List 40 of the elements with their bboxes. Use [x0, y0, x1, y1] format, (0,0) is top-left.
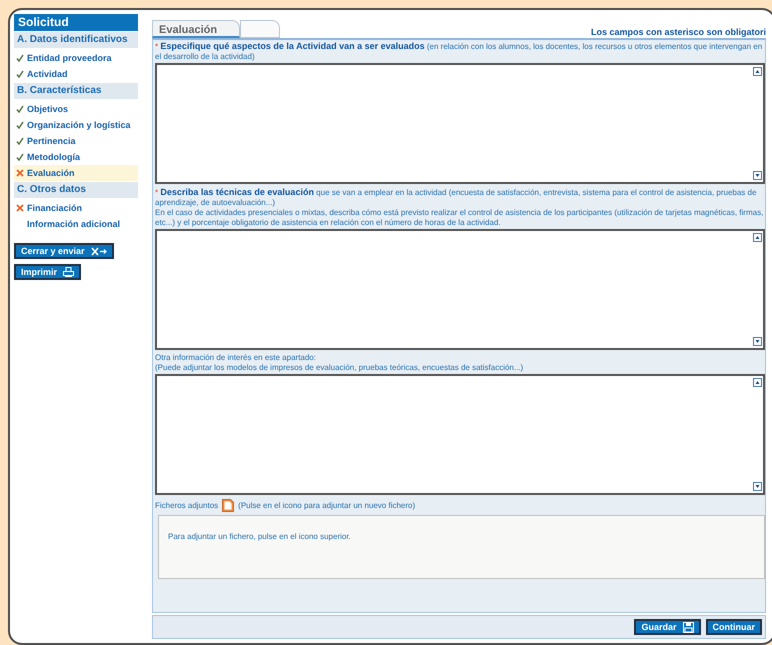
text-area[interactable]	[155, 229, 765, 350]
attachments-hint: (Pulse en el icono para adjuntar un nuevo fichero)	[238, 501, 416, 510]
section-header: B. Características	[14, 83, 138, 99]
action-button[interactable]: Continuar	[706, 619, 762, 635]
sidebar-item[interactable]: Objetivos	[14, 101, 138, 117]
sidebar-item[interactable]: Evaluación	[14, 165, 138, 181]
scroll-up-icon	[753, 378, 762, 387]
sidebar-item[interactable]: Pertinencia	[14, 133, 138, 149]
scroll-up-icon	[753, 233, 762, 242]
exit-icon	[90, 246, 107, 256]
sidebar-item[interactable]: Metodología	[14, 149, 138, 165]
sidebar-item[interactable]: Información adicional	[14, 216, 138, 232]
attachments-label: Ficheros adjuntos	[155, 501, 218, 510]
field-label: * Describa las técnicas de evaluación que se van a emplear en la actividad (encuesta de satisfacción, entrevista, sistema para el control de asistencia, pruebas de aprendizaje, de autoevaluación...) En el caso de actividades presenciales o mixtas, describa cómo está previsto realizar el control de asistencia de los participantes (utilización de tarjetas magnéticas, firmas, etc...) y el porcentaje obligatorio de asistencia en relación con el número de horas de la actividad.	[155, 187, 764, 228]
add-file-icon[interactable]	[222, 499, 234, 512]
field-label: Otra información de interés en este apartado: (Puede adjuntar los modelos de impresos de evaluación, pruebas teóricas, encuestas de satisfacción...)	[155, 353, 524, 373]
printer-icon	[63, 267, 74, 277]
sidebar-item[interactable]: Organización y logística	[14, 117, 138, 133]
section-header: C. Otros datos	[14, 182, 138, 198]
sidebar-title: Solicitud	[14, 14, 138, 31]
text-area[interactable]	[155, 63, 765, 184]
scroll-down-icon	[753, 337, 762, 346]
cross-icon	[16, 169, 24, 177]
sidebar-item[interactable]: Financiación	[14, 200, 138, 216]
section-header: A. Datos identificativos	[14, 32, 138, 48]
scroll-down-icon	[753, 171, 762, 180]
sidebar-button[interactable]: Imprimir	[14, 264, 82, 280]
required-note: Los campos con asterisco son obligatori	[590, 27, 766, 38]
sidebar-item[interactable]: Actividad	[14, 66, 138, 82]
sidebar-button[interactable]: Cerrar y enviar	[14, 243, 114, 259]
field-label: * Especifique qué aspectos de la Actividad van a ser evaluados (en relación con los alumnos, los docentes, los recursos u otros elementos que intervengan en el desarrollo de la actividad)	[155, 41, 764, 62]
sidebar-item[interactable]: Entidad proveedora	[14, 50, 138, 66]
cross-icon	[16, 204, 24, 212]
save-icon	[682, 622, 694, 632]
tab[interactable]: Evaluación	[152, 20, 240, 38]
scroll-down-icon	[753, 482, 762, 491]
text-area[interactable]	[155, 374, 765, 495]
action-button[interactable]: Guardar	[634, 619, 700, 635]
empty-message: Para adjuntar un fichero, pulse en el icono superior.	[168, 532, 352, 541]
scroll-up-icon	[753, 67, 762, 76]
